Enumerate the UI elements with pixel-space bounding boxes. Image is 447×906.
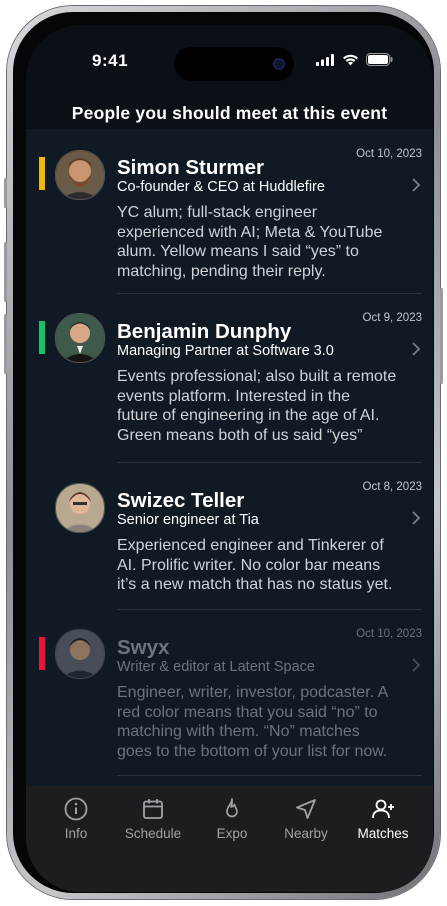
tab-expo[interactable]: Expo <box>192 796 272 841</box>
page-title: People you should meet at this event <box>71 103 388 123</box>
match-role: Co-founder & CEO at Huddlefire <box>117 179 325 195</box>
match-name: Swizec Teller <box>117 489 245 512</box>
chevron-right-icon[interactable] <box>409 509 423 527</box>
chevron-right-icon[interactable] <box>409 176 423 194</box>
description-line: matching, pending their reply. <box>117 262 326 280</box>
wifi-icon <box>343 54 358 65</box>
bezel: 9:41 People you should meet at this even… <box>13 12 434 893</box>
description-line: YC alum; full-stack engineer <box>117 204 318 221</box>
avatar <box>55 313 105 363</box>
calendar-icon <box>143 799 163 819</box>
match-description: Experienced engineer and Tinkerer of AI.… <box>117 536 417 595</box>
description-line: events platform. Interested in the <box>117 387 351 405</box>
match-role: Managing Partner at Software 3.0 <box>117 343 334 359</box>
volume-down-button <box>4 314 7 374</box>
matches-list[interactable]: Simon Sturmer Co-founder & CEO at Huddle… <box>26 129 433 786</box>
description-line: future of engineering in the age of AI. <box>117 407 380 424</box>
status-bar: 9:41 <box>26 25 433 85</box>
flame-icon <box>226 798 238 818</box>
status-time: 9:41 <box>92 51 129 70</box>
tab-nearby[interactable]: Nearby <box>266 796 346 841</box>
match-name: Swyx <box>117 636 170 659</box>
list-item[interactable]: Benjamin Dunphy Managing Partner at Soft… <box>26 294 433 463</box>
match-name: Benjamin Dunphy <box>117 320 292 343</box>
avatar <box>55 629 105 679</box>
tab-bar: Info Schedule Expo Nearby Matches <box>26 786 433 892</box>
description-line: red color means that you said “no” to <box>117 703 378 721</box>
power-button <box>440 288 443 384</box>
match-date: Oct 8, 2023 <box>362 481 422 493</box>
add-person-icon <box>372 799 394 819</box>
list-item[interactable]: Swyx Writer & editor at Latent Space Oct… <box>26 610 433 786</box>
status-bar-indicator <box>39 157 45 190</box>
match-description: Engineer, writer, investor, podcaster. A… <box>117 683 417 761</box>
tab-label: Info <box>64 826 88 841</box>
tab-info[interactable]: Info <box>36 796 116 841</box>
tab-label: Nearby <box>284 826 328 841</box>
status-bar-indicator <box>39 637 45 670</box>
divider <box>117 775 422 776</box>
screen: 9:41 People you should meet at this even… <box>26 25 433 892</box>
list-item[interactable]: Swizec Teller Senior engineer at Tia Oct… <box>26 463 433 610</box>
navigation-icon <box>296 799 316 819</box>
tab-matches[interactable]: Matches <box>343 796 423 841</box>
chevron-right-icon[interactable] <box>409 656 423 674</box>
info-icon <box>64 797 88 821</box>
tab-label: Expo <box>216 826 248 841</box>
tab-label: Schedule <box>124 826 182 841</box>
match-role: Writer & editor at Latent Space <box>117 659 316 675</box>
description-line: alum. Yellow means I said “yes” to <box>117 243 359 260</box>
action-button <box>4 178 7 208</box>
list-item[interactable]: Simon Sturmer Co-founder & CEO at Huddle… <box>26 129 433 294</box>
match-date: Oct 10, 2023 <box>356 148 422 160</box>
tab-label: Matches <box>357 826 409 841</box>
status-icons <box>316 53 393 66</box>
status-bar-indicator <box>39 321 45 354</box>
camera-icon <box>273 58 285 70</box>
match-date: Oct 9, 2023 <box>362 312 422 324</box>
cellular-signal-icon <box>316 53 334 66</box>
description-line: goes to the bottom of your list for now. <box>117 742 388 760</box>
dynamic-island <box>174 47 294 81</box>
description-line: experienced with AI; Meta & YouTube <box>117 223 383 241</box>
avatar <box>55 150 105 200</box>
tab-schedule[interactable]: Schedule <box>113 796 193 841</box>
description-line: Engineer, writer, investor, podcaster. A <box>117 684 389 701</box>
match-description: Events professional; also built a remote… <box>117 367 417 445</box>
description-line: Experienced engineer and Tinkerer of <box>117 537 384 554</box>
description-line: AI. Prolific writer. No color bar means <box>117 556 381 574</box>
description-line: Events professional; also built a remote <box>117 368 397 385</box>
avatar <box>55 483 105 533</box>
match-description: YC alum; full-stack engineer experienced… <box>117 203 417 281</box>
match-name: Simon Sturmer <box>117 156 264 179</box>
phone-frame: 9:41 People you should meet at this even… <box>4 6 443 899</box>
match-date: Oct 10, 2023 <box>356 628 422 640</box>
description-line: it’s a new match that has no status yet. <box>117 576 393 593</box>
match-role: Senior engineer at Tia <box>117 512 259 528</box>
description-line: matching with them. “No” matches <box>117 723 360 740</box>
description-line: Green means both of us said “yes” <box>117 426 363 444</box>
chevron-right-icon[interactable] <box>409 340 423 358</box>
volume-up-button <box>4 242 7 302</box>
battery-icon <box>366 53 393 66</box>
